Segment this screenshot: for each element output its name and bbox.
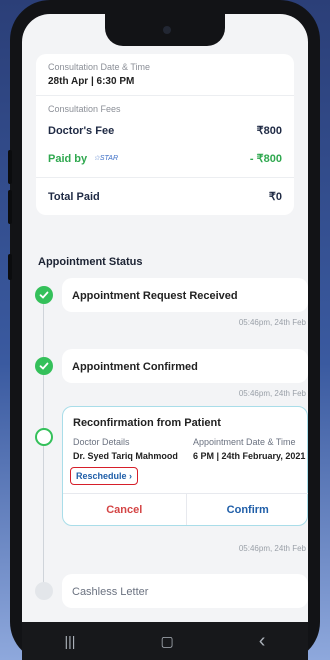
app-screen: Consultation Date & Time 28th Apr | 6:30…: [22, 14, 308, 622]
total-paid-section: Total Paid ₹0: [36, 178, 294, 215]
step-complete-icon: [35, 357, 53, 375]
doctor-details-label: Doctor Details: [73, 437, 130, 447]
appointment-datetime-value: 6 PM | 24th February, 2021: [193, 451, 306, 461]
volume-button: [8, 190, 12, 224]
camera-icon: [163, 26, 171, 34]
paid-by-group: Paid by ☆STAR: [48, 149, 118, 167]
camera-notch: [105, 14, 225, 46]
total-paid-row: Total Paid ₹0: [48, 190, 282, 204]
consultation-datetime-label: Consultation Date & Time: [48, 62, 151, 72]
chevron-right-icon: ›: [129, 471, 133, 481]
cancel-button[interactable]: Cancel: [63, 494, 187, 525]
step-card-reconfirmation: Reconfirmation from Patient Doctor Detai…: [62, 406, 308, 526]
android-nav-bar: ||| ▢ ‹: [22, 622, 308, 660]
consultation-datetime-value: 28th Apr | 6:30 PM: [48, 76, 135, 87]
step-title: Appointment Confirmed: [72, 361, 198, 373]
fees-section-label: Consultation Fees: [48, 104, 121, 114]
step-card-cashless-letter: Cashless Letter: [62, 574, 308, 608]
step-title: Reconfirmation from Patient: [73, 417, 221, 429]
step-complete-icon: [35, 286, 53, 304]
payment-summary-card: Consultation Date & Time 28th Apr | 6:30…: [36, 54, 294, 215]
paid-by-value: - ₹800: [249, 152, 282, 165]
appointment-datetime-label: Appointment Date & Time: [193, 437, 296, 447]
step-pending-icon: [35, 582, 53, 600]
step-timestamp: 05:46pm, 24th Feb: [238, 544, 306, 553]
consultation-datetime-section: Consultation Date & Time 28th Apr | 6:30…: [36, 54, 294, 96]
timeline-connector: [43, 296, 44, 596]
step-card-request-received: Appointment Request Received: [62, 278, 308, 312]
paid-by-row: Paid by ☆STAR - ₹800: [48, 149, 282, 167]
step-card-appointment-confirmed: Appointment Confirmed: [62, 349, 308, 383]
reschedule-link[interactable]: Reschedule ›: [70, 467, 139, 485]
paid-by-label: Paid by: [48, 153, 88, 165]
fees-section: Consultation Fees Doctor's Fee ₹800 Paid…: [36, 96, 294, 178]
power-button: [8, 254, 12, 280]
total-paid-value: ₹0: [268, 191, 282, 203]
step-timestamp: 05:46pm, 24th Feb: [238, 318, 306, 327]
recent-apps-icon[interactable]: |||: [65, 633, 76, 649]
doctor-fee-row: Doctor's Fee ₹800: [48, 124, 282, 138]
step-timestamp: 05:46pm, 24th Feb: [238, 389, 306, 398]
volume-button: [8, 150, 12, 184]
insurer-logo: ☆STAR: [93, 154, 119, 162]
doctor-name: Dr. Syed Tariq Mahmood: [73, 451, 178, 461]
reschedule-label: Reschedule: [76, 471, 127, 481]
confirm-button[interactable]: Confirm: [187, 494, 309, 525]
doctor-fee-label: Doctor's Fee: [48, 124, 115, 137]
total-paid-label: Total Paid: [48, 190, 100, 203]
doctor-fee-value: ₹800: [256, 125, 282, 137]
step-title: Appointment Request Received: [72, 290, 238, 302]
step-current-icon: [35, 428, 53, 446]
home-icon[interactable]: ▢: [160, 633, 173, 650]
action-button-row: Cancel Confirm: [63, 493, 308, 525]
step-title: Cashless Letter: [72, 586, 149, 598]
back-icon[interactable]: ‹: [259, 630, 266, 653]
appointment-status-title: Appointment Status: [38, 256, 143, 268]
